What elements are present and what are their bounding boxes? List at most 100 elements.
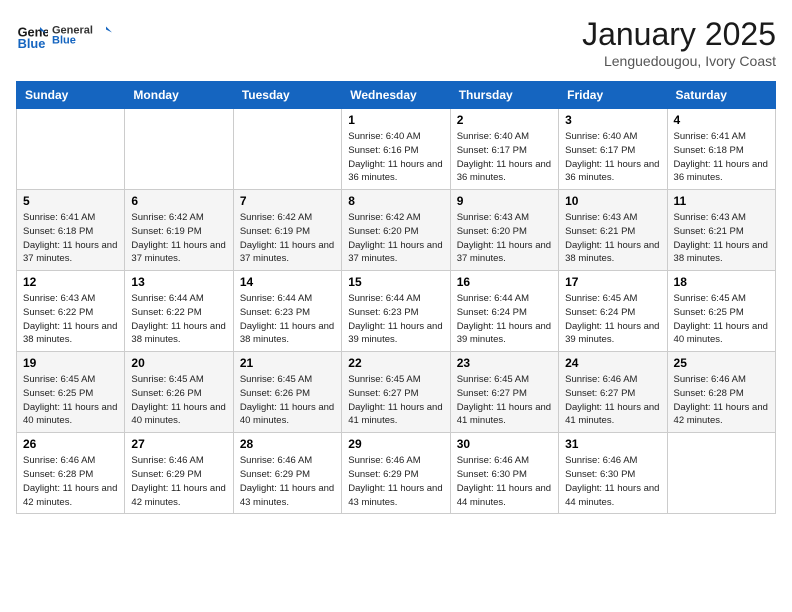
calendar-week-row: 26 Sunrise: 6:46 AM Sunset: 6:28 PM Dayli… <box>17 433 776 514</box>
day-info: Sunrise: 6:46 AM Sunset: 6:30 PM Dayligh… <box>457 454 552 509</box>
calendar-week-row: 1Sunrise: 6:40 AM Sunset: 6:16 PM Daylig… <box>17 109 776 190</box>
calendar-cell <box>233 109 341 190</box>
logo-icon: General Blue <box>16 19 48 51</box>
calendar-cell: 21 Sunrise: 6:45 AM Sunset: 6:26 PM Dayli… <box>233 352 341 433</box>
day-info: Sunrise: 6:46 AM Sunset: 6:28 PM Dayligh… <box>23 454 118 509</box>
day-number: 25 <box>674 356 769 370</box>
day-info: Sunrise: 6:46 AM Sunset: 6:29 PM Dayligh… <box>131 454 226 509</box>
day-number: 26 <box>23 437 118 451</box>
day-info: Sunrise: 6:46 AM Sunset: 6:28 PM Dayligh… <box>674 373 769 428</box>
calendar-dow-saturday: Saturday <box>667 82 775 109</box>
day-info: Sunrise: 6:45 AM Sunset: 6:26 PM Dayligh… <box>131 373 226 428</box>
month-title: January 2025 <box>582 16 776 53</box>
day-number: 22 <box>348 356 443 370</box>
calendar-cell: 13 Sunrise: 6:44 AM Sunset: 6:22 PM Dayli… <box>125 271 233 352</box>
day-number: 17 <box>565 275 660 289</box>
day-number: 6 <box>131 194 226 208</box>
calendar-dow-sunday: Sunday <box>17 82 125 109</box>
calendar-dow-friday: Friday <box>559 82 667 109</box>
calendar-cell: 17 Sunrise: 6:45 AM Sunset: 6:24 PM Dayli… <box>559 271 667 352</box>
calendar-cell: 9 Sunrise: 6:43 AM Sunset: 6:20 PM Daylig… <box>450 190 558 271</box>
day-info: Sunrise: 6:43 AM Sunset: 6:21 PM Dayligh… <box>674 211 769 266</box>
calendar-cell: 5 Sunrise: 6:41 AM Sunset: 6:18 PM Daylig… <box>17 190 125 271</box>
calendar-cell: 30 Sunrise: 6:46 AM Sunset: 6:30 PM Dayli… <box>450 433 558 514</box>
day-info: Sunrise: 6:46 AM Sunset: 6:30 PM Dayligh… <box>565 454 660 509</box>
calendar-cell: 19Sunrise: 6:45 AM Sunset: 6:25 PM Dayli… <box>17 352 125 433</box>
day-info: Sunrise: 6:43 AM Sunset: 6:22 PM Dayligh… <box>23 292 118 347</box>
day-number: 20 <box>131 356 226 370</box>
day-number: 24 <box>565 356 660 370</box>
calendar-cell: 1Sunrise: 6:40 AM Sunset: 6:16 PM Daylig… <box>342 109 450 190</box>
day-number: 3 <box>565 113 660 127</box>
day-number: 4 <box>674 113 769 127</box>
calendar-cell: 12 Sunrise: 6:43 AM Sunset: 6:22 PM Dayli… <box>17 271 125 352</box>
day-number: 28 <box>240 437 335 451</box>
calendar-week-row: 5 Sunrise: 6:41 AM Sunset: 6:18 PM Daylig… <box>17 190 776 271</box>
day-info: Sunrise: 6:44 AM Sunset: 6:24 PM Dayligh… <box>457 292 552 347</box>
svg-text:Blue: Blue <box>18 36 46 51</box>
day-number: 23 <box>457 356 552 370</box>
calendar-cell: 22Sunrise: 6:45 AM Sunset: 6:27 PM Dayli… <box>342 352 450 433</box>
calendar-cell: 28 Sunrise: 6:46 AM Sunset: 6:29 PM Dayli… <box>233 433 341 514</box>
day-number: 29 <box>348 437 443 451</box>
day-info: Sunrise: 6:45 AM Sunset: 6:25 PM Dayligh… <box>674 292 769 347</box>
day-number: 21 <box>240 356 335 370</box>
day-number: 27 <box>131 437 226 451</box>
calendar-table: SundayMondayTuesdayWednesdayThursdayFrid… <box>16 81 776 514</box>
calendar-cell: 11Sunrise: 6:43 AM Sunset: 6:21 PM Dayli… <box>667 190 775 271</box>
calendar-cell: 24Sunrise: 6:46 AM Sunset: 6:27 PM Dayli… <box>559 352 667 433</box>
calendar-cell: 26 Sunrise: 6:46 AM Sunset: 6:28 PM Dayli… <box>17 433 125 514</box>
calendar-cell: 4Sunrise: 6:41 AM Sunset: 6:18 PM Daylig… <box>667 109 775 190</box>
calendar-cell: 6 Sunrise: 6:42 AM Sunset: 6:19 PM Daylig… <box>125 190 233 271</box>
calendar-cell: 20 Sunrise: 6:45 AM Sunset: 6:26 PM Dayli… <box>125 352 233 433</box>
calendar-cell <box>125 109 233 190</box>
day-info: Sunrise: 6:40 AM Sunset: 6:17 PM Dayligh… <box>565 130 660 185</box>
calendar-cell: 29Sunrise: 6:46 AM Sunset: 6:29 PM Dayli… <box>342 433 450 514</box>
title-block: January 2025 Lenguedougou, Ivory Coast <box>582 16 776 69</box>
calendar-cell: 25 Sunrise: 6:46 AM Sunset: 6:28 PM Dayli… <box>667 352 775 433</box>
day-info: Sunrise: 6:44 AM Sunset: 6:23 PM Dayligh… <box>348 292 443 347</box>
calendar-week-row: 19Sunrise: 6:45 AM Sunset: 6:25 PM Dayli… <box>17 352 776 433</box>
day-info: Sunrise: 6:45 AM Sunset: 6:26 PM Dayligh… <box>240 373 335 428</box>
day-info: Sunrise: 6:46 AM Sunset: 6:29 PM Dayligh… <box>240 454 335 509</box>
day-info: Sunrise: 6:45 AM Sunset: 6:25 PM Dayligh… <box>23 373 118 428</box>
calendar-header-row: SundayMondayTuesdayWednesdayThursdayFrid… <box>17 82 776 109</box>
day-info: Sunrise: 6:44 AM Sunset: 6:23 PM Dayligh… <box>240 292 335 347</box>
day-number: 18 <box>674 275 769 289</box>
day-info: Sunrise: 6:40 AM Sunset: 6:17 PM Dayligh… <box>457 130 552 185</box>
calendar-cell: 7Sunrise: 6:42 AM Sunset: 6:19 PM Daylig… <box>233 190 341 271</box>
day-info: Sunrise: 6:43 AM Sunset: 6:21 PM Dayligh… <box>565 211 660 266</box>
calendar-cell <box>667 433 775 514</box>
day-number: 5 <box>23 194 118 208</box>
page-header: General Blue General Blue January 2025 L… <box>16 16 776 69</box>
logo-svg: General Blue <box>52 16 112 54</box>
day-info: Sunrise: 6:45 AM Sunset: 6:24 PM Dayligh… <box>565 292 660 347</box>
calendar-cell: 8Sunrise: 6:42 AM Sunset: 6:20 PM Daylig… <box>342 190 450 271</box>
day-number: 2 <box>457 113 552 127</box>
day-number: 30 <box>457 437 552 451</box>
calendar-dow-wednesday: Wednesday <box>342 82 450 109</box>
logo: General Blue General Blue <box>16 16 112 54</box>
day-number: 14 <box>240 275 335 289</box>
day-number: 1 <box>348 113 443 127</box>
day-info: Sunrise: 6:42 AM Sunset: 6:19 PM Dayligh… <box>131 211 226 266</box>
calendar-dow-thursday: Thursday <box>450 82 558 109</box>
calendar-cell: 10Sunrise: 6:43 AM Sunset: 6:21 PM Dayli… <box>559 190 667 271</box>
calendar-cell: 31Sunrise: 6:46 AM Sunset: 6:30 PM Dayli… <box>559 433 667 514</box>
day-number: 13 <box>131 275 226 289</box>
calendar-cell: 2 Sunrise: 6:40 AM Sunset: 6:17 PM Daylig… <box>450 109 558 190</box>
calendar-dow-monday: Monday <box>125 82 233 109</box>
day-info: Sunrise: 6:45 AM Sunset: 6:27 PM Dayligh… <box>457 373 552 428</box>
day-number: 15 <box>348 275 443 289</box>
calendar-week-row: 12 Sunrise: 6:43 AM Sunset: 6:22 PM Dayli… <box>17 271 776 352</box>
day-number: 9 <box>457 194 552 208</box>
calendar-cell: 16Sunrise: 6:44 AM Sunset: 6:24 PM Dayli… <box>450 271 558 352</box>
calendar-dow-tuesday: Tuesday <box>233 82 341 109</box>
day-info: Sunrise: 6:44 AM Sunset: 6:22 PM Dayligh… <box>131 292 226 347</box>
day-number: 12 <box>23 275 118 289</box>
day-info: Sunrise: 6:41 AM Sunset: 6:18 PM Dayligh… <box>23 211 118 266</box>
day-info: Sunrise: 6:43 AM Sunset: 6:20 PM Dayligh… <box>457 211 552 266</box>
calendar-cell: 23 Sunrise: 6:45 AM Sunset: 6:27 PM Dayli… <box>450 352 558 433</box>
day-number: 7 <box>240 194 335 208</box>
calendar-cell: 27 Sunrise: 6:46 AM Sunset: 6:29 PM Dayli… <box>125 433 233 514</box>
